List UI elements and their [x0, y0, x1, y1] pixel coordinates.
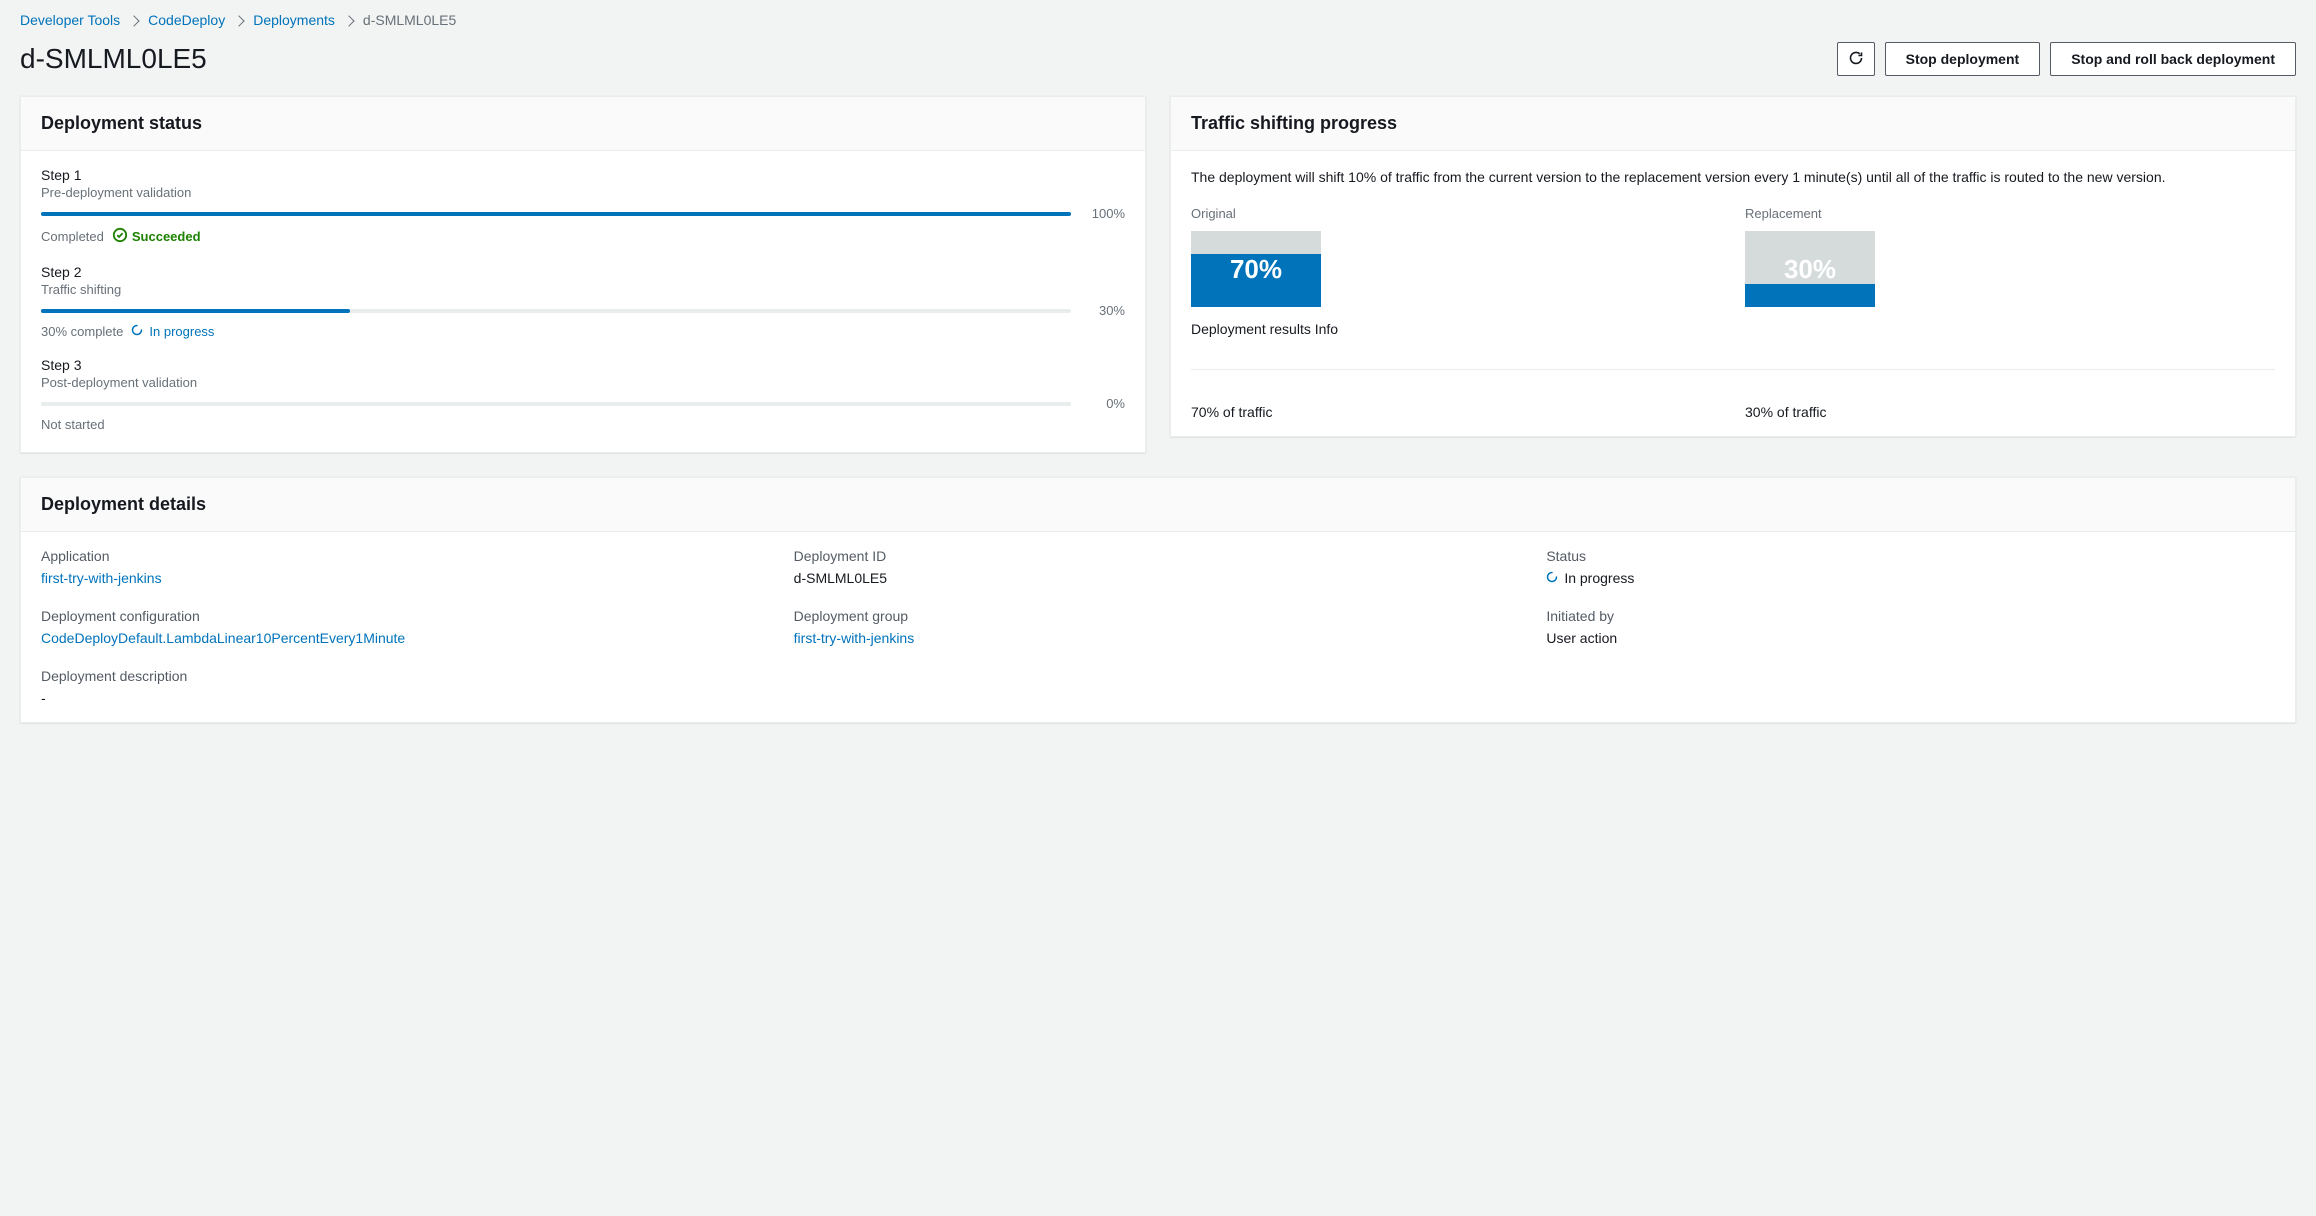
breadcrumb-link-deployments[interactable]: Deployments: [253, 12, 335, 28]
application-link[interactable]: first-try-with-jenkins: [41, 570, 162, 586]
stop-rollback-button[interactable]: Stop and roll back deployment: [2050, 42, 2296, 76]
detail-label: Deployment ID: [794, 548, 1523, 564]
detail-label: Status: [1546, 548, 2275, 564]
chevron-right-icon: [345, 12, 353, 28]
detail-label: Deployment group: [794, 608, 1523, 624]
traffic-original-column: Original 70% Deployment results Info: [1191, 206, 1721, 345]
detail-label: Application: [41, 548, 770, 564]
status-text: Succeeded: [132, 229, 201, 244]
traffic-original-text: 70% of traffic: [1191, 404, 1721, 420]
traffic-replacement-percent: 30%: [1745, 231, 1875, 307]
step-subtitle: Post-deployment validation: [41, 375, 1125, 390]
spinner-icon: [131, 324, 143, 339]
divider: [1191, 369, 2275, 370]
detail-application: Application first-try-with-jenkins: [41, 548, 770, 586]
traffic-description: The deployment will shift 10% of traffic…: [1191, 167, 2275, 188]
step-title: Step 3: [41, 357, 1125, 373]
status-text: In progress: [149, 324, 214, 339]
detail-value: User action: [1546, 630, 2275, 646]
check-circle-icon: [112, 227, 128, 246]
chevron-right-icon: [235, 12, 243, 28]
refresh-icon: [1848, 50, 1864, 69]
detail-status: Status In progress: [1546, 548, 2275, 586]
stop-deployment-button[interactable]: Stop deployment: [1885, 42, 2041, 76]
detail-value: d-SMLML0LE5: [794, 570, 1523, 586]
panel-header: Traffic shifting progress: [1171, 97, 2295, 151]
step-subtitle: Pre-deployment validation: [41, 185, 1125, 200]
deployment-config-link[interactable]: CodeDeployDefault.LambdaLinear10PercentE…: [41, 630, 405, 646]
traffic-replacement-label: Replacement: [1745, 206, 2275, 221]
deployment-status-panel: Deployment status Step 1 Pre-deployment …: [20, 96, 1146, 453]
step-subtitle: Traffic shifting: [41, 282, 1125, 297]
breadcrumb-link-developer-tools[interactable]: Developer Tools: [20, 12, 120, 28]
traffic-original-percent: 70%: [1191, 231, 1321, 307]
detail-description: Deployment description -: [41, 668, 770, 706]
panel-title: Deployment details: [41, 494, 2275, 515]
deployment-group-link[interactable]: first-try-with-jenkins: [794, 630, 915, 646]
deployment-step-1: Step 1 Pre-deployment validation 100% Co…: [41, 167, 1125, 246]
status-badge-in-progress: In progress: [131, 324, 214, 339]
detail-config: Deployment configuration CodeDeployDefau…: [41, 608, 770, 646]
progress-percent: 100%: [1085, 206, 1125, 221]
detail-label: Deployment description: [41, 668, 770, 684]
traffic-replacement-bar: 30%: [1745, 231, 1875, 307]
detail-value: -: [41, 690, 770, 706]
progress-bar: [41, 212, 1071, 216]
status-badge-in-progress: In progress: [1546, 570, 1634, 586]
status-text: In progress: [1564, 570, 1634, 586]
detail-label: Initiated by: [1546, 608, 2275, 624]
traffic-replacement-column: Replacement 30%: [1745, 206, 2275, 345]
step-title: Step 2: [41, 264, 1125, 280]
detail-group: Deployment group first-try-with-jenkins: [794, 608, 1523, 646]
panel-header: Deployment details: [21, 478, 2295, 532]
step-title: Step 1: [41, 167, 1125, 183]
chevron-right-icon: [130, 12, 138, 28]
breadcrumb: Developer Tools CodeDeploy Deployments d…: [20, 12, 2296, 28]
panel-title: Deployment status: [41, 113, 1125, 134]
step-status-prefix: Not started: [41, 417, 105, 432]
traffic-replacement-text: 30% of traffic: [1745, 404, 2275, 420]
progress-percent: 0%: [1085, 396, 1125, 411]
deployment-details-panel: Deployment details Application first-try…: [20, 477, 2296, 723]
panel-title: Traffic shifting progress: [1191, 113, 2275, 134]
refresh-button[interactable]: [1837, 42, 1875, 76]
deployment-step-3: Step 3 Post-deployment validation 0% Not…: [41, 357, 1125, 432]
page-title: d-SMLML0LE5: [20, 43, 207, 75]
spinner-icon: [1546, 570, 1558, 586]
progress-bar: [41, 309, 1071, 313]
progress-percent: 30%: [1085, 303, 1125, 318]
progress-fill: [41, 212, 1071, 216]
traffic-original-label: Original: [1191, 206, 1721, 221]
page-header: d-SMLML0LE5 Stop deployment Stop and rol…: [20, 42, 2296, 76]
status-badge-succeeded: Succeeded: [112, 227, 201, 246]
detail-deployment-id: Deployment ID d-SMLML0LE5: [794, 548, 1523, 586]
progress-bar: [41, 402, 1071, 406]
detail-label: Deployment configuration: [41, 608, 770, 624]
step-status-prefix: 30% complete: [41, 324, 123, 339]
traffic-shifting-panel: Traffic shifting progress The deployment…: [1170, 96, 2296, 437]
traffic-original-bar: 70%: [1191, 231, 1321, 307]
panel-header: Deployment status: [21, 97, 1145, 151]
traffic-results-label: Deployment results Info: [1191, 321, 1721, 337]
step-status-prefix: Completed: [41, 229, 104, 244]
progress-fill: [41, 309, 350, 313]
header-actions: Stop deployment Stop and roll back deplo…: [1837, 42, 2296, 76]
breadcrumb-link-codedeploy[interactable]: CodeDeploy: [148, 12, 225, 28]
breadcrumb-current: d-SMLML0LE5: [363, 12, 456, 28]
detail-initiated: Initiated by User action: [1546, 608, 2275, 646]
deployment-step-2: Step 2 Traffic shifting 30% 30% complete: [41, 264, 1125, 339]
